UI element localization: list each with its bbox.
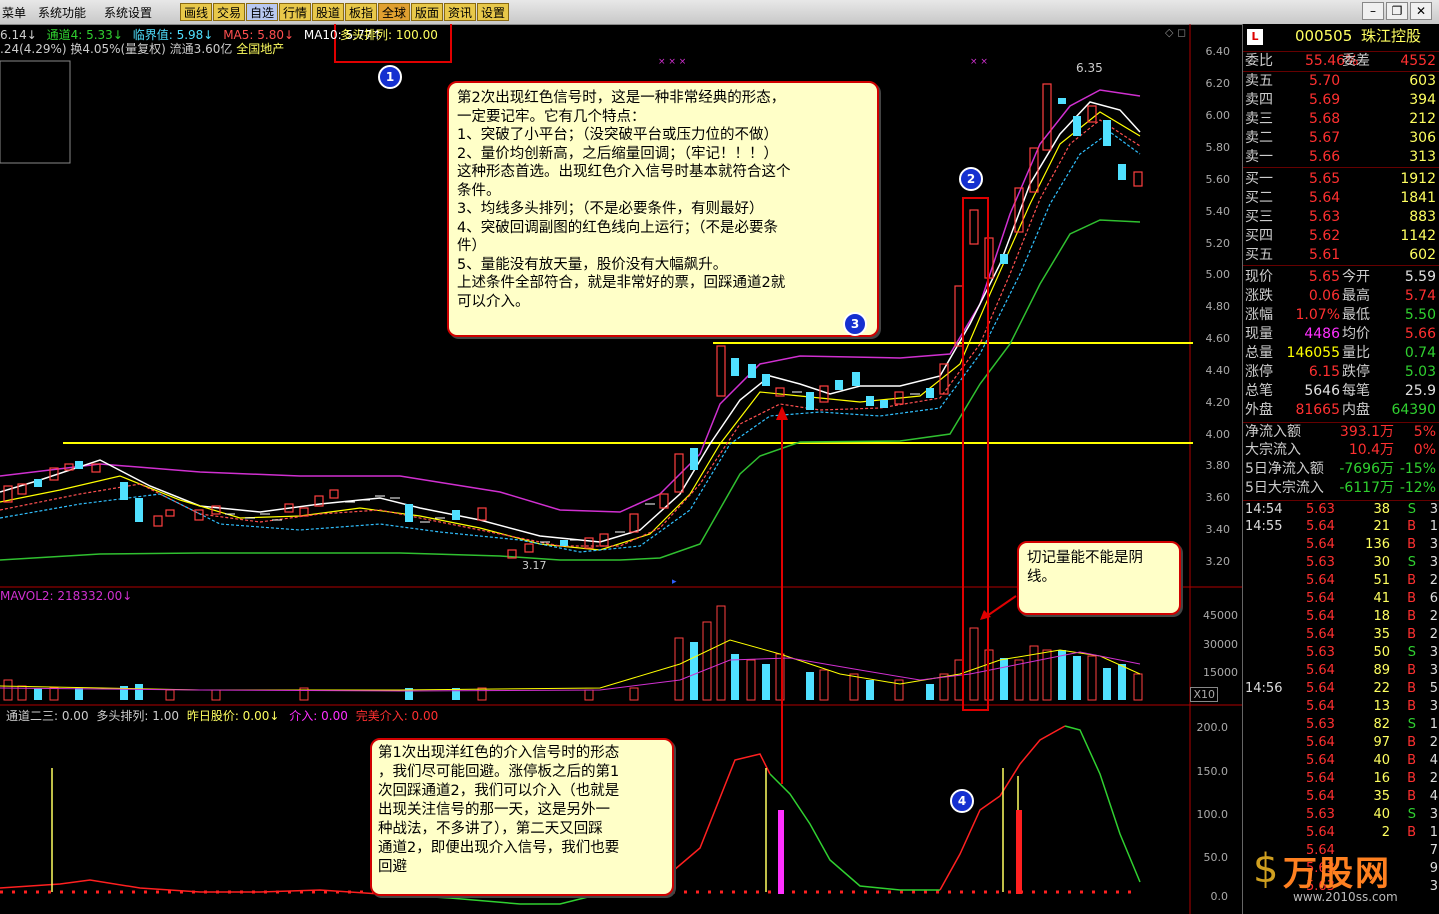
- tick-row[interactable]: 5.64 13 B 3: [1243, 698, 1439, 716]
- tick-row[interactable]: 14:55 5.64 21 B 1: [1243, 518, 1439, 536]
- menu-item-main[interactable]: 菜单: [2, 4, 26, 21]
- menu-item-system-settings[interactable]: 系统设置: [104, 4, 152, 21]
- tick-row[interactable]: 5.64 35 B 4: [1243, 788, 1439, 806]
- stock-code: 000505: [1295, 27, 1353, 45]
- minimize-icon[interactable]: –: [1362, 2, 1384, 20]
- callout-volume: 切记量能不能是阴 线。: [1017, 541, 1181, 615]
- sub-label-perfect-entry: 完美介入: 0.00: [355, 709, 439, 723]
- sub-label-yesterday: 昨日股价: 0.00↓: [186, 709, 280, 723]
- tick-row[interactable]: 5.63 82 S 1: [1243, 716, 1439, 734]
- tick-row[interactable]: 5.64 136 B 3: [1243, 536, 1439, 554]
- callout-first-signal: 第1次出现洋红色的介入信号时的形态 ，我们尽可能回避。涨停板之后的第1 次回踩通…: [370, 738, 674, 896]
- marker-x2-icon: × ×: [970, 57, 988, 67]
- sub-label-entry: 介入: 0.00: [289, 709, 348, 723]
- red-signal-bar: [1016, 810, 1022, 894]
- restore-icon[interactable]: ❐: [1386, 2, 1408, 20]
- price-axis: 6.40 6.20 6.00 5.80 5.60 5.40 5.20 5.00 …: [1190, 24, 1242, 914]
- low-price-label: 3.17: [522, 559, 547, 572]
- menu-bar: 菜单 系统功能 系统设置 画线 交易 自选 行情 股道 板指 全球 版面 资讯 …: [0, 0, 1439, 25]
- magenta-signal-bar: [778, 810, 784, 894]
- ask-row[interactable]: 卖一 5.66 313: [1243, 148, 1439, 168]
- mavol-label: MAVOL2: 218332.00↓: [0, 589, 133, 603]
- ask-row[interactable]: 卖三 5.68 212: [1243, 110, 1439, 129]
- volume-bars: [0, 605, 1143, 701]
- tick-row[interactable]: 5.64 35 B 2: [1243, 626, 1439, 644]
- badge-4: 4: [950, 789, 974, 813]
- stock-name: 珠江控股: [1361, 27, 1422, 45]
- stat-row: 总笔 5646 每笔 25.9: [1245, 383, 1436, 399]
- indicator-bullish-arrange: 多头排列: 100.00: [340, 28, 438, 42]
- ask-row[interactable]: 卖二 5.67 306: [1243, 129, 1439, 148]
- tick-row[interactable]: 5.63 40 S 3: [1243, 806, 1439, 824]
- tick-row[interactable]: 14:54 5.63 38 S 3: [1243, 500, 1439, 519]
- bid-row[interactable]: 买三 5.63 883: [1243, 208, 1439, 227]
- stat-row: 外盘 81665 内盘 64390: [1245, 402, 1436, 418]
- toolbar-draw-button[interactable]: 画线: [180, 3, 213, 21]
- ask-row[interactable]: 卖五 5.70 603: [1243, 72, 1439, 91]
- stat-row: 现量 4486 均价 5.66: [1245, 326, 1436, 342]
- toolbar-stockdao-button[interactable]: 股道: [312, 3, 345, 21]
- indicator-turnover: .24(4.29%) 换4.05%(量复权) 流通3.60亿: [0, 42, 233, 56]
- info-box: [0, 60, 71, 164]
- toolbar-news-button[interactable]: 资讯: [444, 3, 477, 21]
- tick-row[interactable]: 5.64 40 B 4: [1243, 752, 1439, 770]
- order-ratio-row: 委比 55.46% 委差 4552: [1243, 51, 1439, 72]
- toolbar-settings-button[interactable]: 设置: [477, 3, 510, 21]
- stat-row: 涨跌 0.06 最高 5.74: [1245, 288, 1436, 304]
- stat-row: 涨幅 1.07% 最低 5.50: [1245, 307, 1436, 323]
- fund-flow-row: 净流入额 393.1万 5%: [1243, 422, 1439, 442]
- watermark-logo: $ 万股网 www.2010ss.com: [1243, 840, 1439, 914]
- stat-row: 涨停 6.15 跌停 5.03: [1245, 364, 1436, 380]
- stat-row: 总量 146055 量比 0.74: [1245, 345, 1436, 361]
- tick-row[interactable]: 5.64 89 B 3: [1243, 662, 1439, 680]
- ask-row[interactable]: 卖四 5.69 394: [1243, 91, 1439, 110]
- sub-label-bullish: 多头排列: 1.00: [96, 709, 179, 723]
- toolbar-watchlist-button[interactable]: 自选: [246, 3, 279, 21]
- stat-row: 现价 5.65 今开 5.59: [1245, 269, 1436, 285]
- close-icon[interactable]: ✕: [1410, 2, 1432, 20]
- tick-row[interactable]: 5.63 30 S 3: [1243, 554, 1439, 572]
- tick-row[interactable]: 5.64 97 B 2: [1243, 734, 1439, 752]
- tick-row[interactable]: 5.64 51 B 2: [1243, 572, 1439, 590]
- marker-x-icon: × × ×: [658, 57, 686, 67]
- bid-row[interactable]: 买五 5.61 602: [1243, 246, 1439, 266]
- tick-row[interactable]: 5.63 50 S 3: [1243, 644, 1439, 662]
- badge-2: 2: [959, 167, 983, 191]
- bid-row[interactable]: 买四 5.62 1142: [1243, 227, 1439, 246]
- tick-row[interactable]: 5.64 16 B 2: [1243, 770, 1439, 788]
- arrow-head-icon: [776, 406, 788, 420]
- callout-main: 第2次出现红色信号时，这是一种非常经典的形态， 一定要记牢。它有几个特点： 1、…: [447, 81, 879, 337]
- badge-3: 3: [843, 312, 867, 336]
- expand-icon[interactable]: ◇ ◻: [1165, 26, 1186, 39]
- toolbar-global-button[interactable]: 全球: [378, 3, 411, 21]
- badge-1: 1: [378, 65, 402, 89]
- watermark-url: www.2010ss.com: [1293, 890, 1398, 904]
- toolbar-layout-button[interactable]: 版面: [411, 3, 444, 21]
- toolbar-market-button[interactable]: 行情: [279, 3, 312, 21]
- bid-row[interactable]: 买二 5.64 1841: [1243, 189, 1439, 208]
- l2-icon[interactable]: L: [1247, 29, 1263, 45]
- tick-row[interactable]: 5.64 41 B 6: [1243, 590, 1439, 608]
- fund-flow-row: 5日大宗流入 -6117万 -12%: [1245, 480, 1436, 496]
- high-price-label: 6.35: [1076, 61, 1103, 75]
- quote-panel: L 000505 珠江控股 委比 55.46% 委差 4552 卖五 5.70 60…: [1242, 24, 1439, 914]
- tick-row[interactable]: 5.64 18 B 2: [1243, 608, 1439, 626]
- tick-row[interactable]: 14:56 5.64 22 B 5: [1243, 680, 1439, 698]
- stock-header: L 000505 珠江控股: [1243, 27, 1439, 49]
- bid-row[interactable]: 买一 5.65 1912: [1243, 170, 1439, 189]
- toolbar-trade-button[interactable]: 交易: [213, 3, 246, 21]
- toolbar-index-button[interactable]: 板指: [345, 3, 378, 21]
- fund-flow-row: 5日净流入额 -7696万 -15%: [1245, 461, 1436, 477]
- menu-item-system-function[interactable]: 系统功能: [38, 4, 86, 21]
- highlight-box-2: [962, 197, 989, 711]
- indicator-sector[interactable]: 全国地产: [236, 42, 284, 56]
- fund-flow-row: 大宗流入 10.4万 0%: [1245, 442, 1436, 458]
- marker-triangle-icon: ▸: [672, 577, 677, 587]
- sub-label-channel23: 通道二三: 0.00: [6, 709, 89, 723]
- watermark-text: 万股网: [1283, 854, 1391, 894]
